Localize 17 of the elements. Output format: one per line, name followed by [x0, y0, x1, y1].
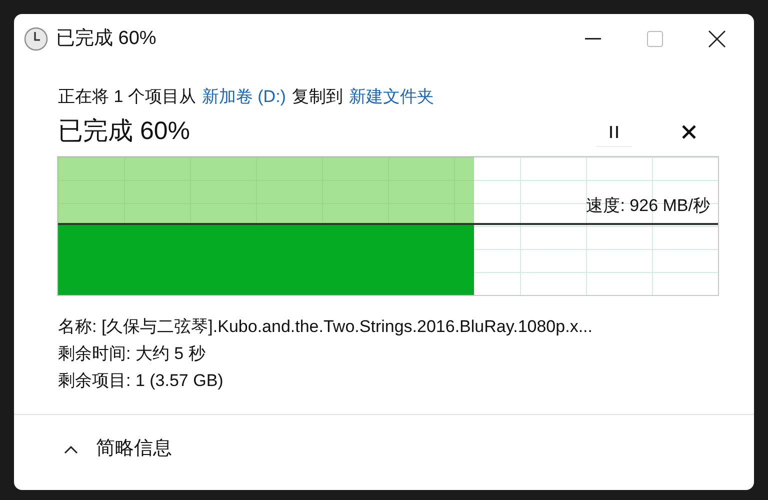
- detail-line: 剩余项目: 1 (3.57 GB): [58, 370, 224, 392]
- minimize-icon: [585, 38, 601, 40]
- copy-description: 正在将 1 个项目从: [58, 86, 196, 108]
- details-toggle[interactable]: 简略信息: [64, 435, 172, 470]
- detail-line: 剩余时间: 大约 5 秒: [58, 343, 206, 365]
- detail-line: 名称: [久保与二弦琴].Kubo.and.the.Two.Strings.2016.BluRay.1080p.x...: [58, 316, 594, 338]
- progress-title: 已完成 60%: [58, 116, 190, 148]
- close-icon: [708, 30, 726, 48]
- speed-label: 速度: 926 MB/秒: [586, 195, 710, 217]
- pause-icon: [609, 124, 619, 138]
- location-link[interactable]: 新加卷 (D:): [202, 84, 286, 110]
- clock-icon: [24, 27, 48, 51]
- window-title: 已完成 60%: [56, 26, 156, 51]
- copy-description: 复制到: [292, 86, 343, 108]
- maximize-icon: [647, 31, 663, 47]
- location-link[interactable]: 新建文件夹: [348, 84, 434, 110]
- close-icon: [682, 125, 696, 139]
